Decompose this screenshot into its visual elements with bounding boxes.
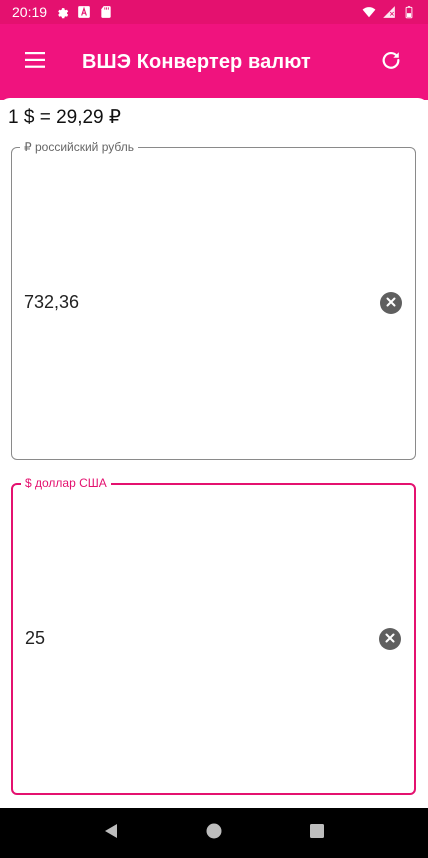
converter-content: 1 $ = 29,29 ₽ ₽ российский рубль $ долла… (0, 98, 428, 810)
no-signal-icon (382, 5, 396, 19)
rub-clear-button[interactable] (380, 292, 402, 314)
status-bar: 20:19 (0, 0, 428, 24)
refresh-button[interactable] (354, 24, 428, 100)
back-triangle-icon (103, 823, 119, 844)
app-title: ВШЭ Конвертер валют (82, 50, 311, 73)
status-time: 20:19 (12, 4, 48, 20)
close-icon (386, 294, 396, 312)
usd-field[interactable]: $ доллар США (11, 476, 416, 795)
translate-a-icon (77, 5, 91, 19)
battery-icon (402, 5, 416, 19)
nav-home-button[interactable] (194, 813, 234, 853)
system-nav-bar (0, 808, 428, 858)
usd-clear-button[interactable] (379, 628, 401, 650)
nav-recents-button[interactable] (297, 813, 337, 853)
rub-field-label: ₽ российский рубль (20, 140, 138, 154)
sd-card-icon (99, 5, 113, 19)
recents-square-icon (309, 823, 325, 844)
settings-gear-icon (55, 5, 69, 19)
exchange-rate-text: 1 $ = 29,29 ₽ (8, 107, 121, 128)
hamburger-menu-icon (25, 51, 47, 73)
rub-field[interactable]: ₽ российский рубль (11, 140, 416, 460)
rub-amount-input[interactable] (24, 292, 354, 313)
usd-field-label: $ доллар США (21, 476, 111, 490)
usd-amount-input[interactable] (25, 628, 355, 649)
app-bar: ВШЭ Конвертер валют (0, 24, 428, 100)
close-icon (385, 630, 395, 648)
home-circle-icon (206, 823, 222, 844)
menu-button[interactable] (0, 24, 72, 100)
wifi-icon (362, 5, 376, 19)
status-right (362, 5, 416, 19)
refresh-icon (380, 49, 402, 76)
status-left: 20:19 (12, 4, 113, 20)
nav-back-button[interactable] (91, 813, 131, 853)
